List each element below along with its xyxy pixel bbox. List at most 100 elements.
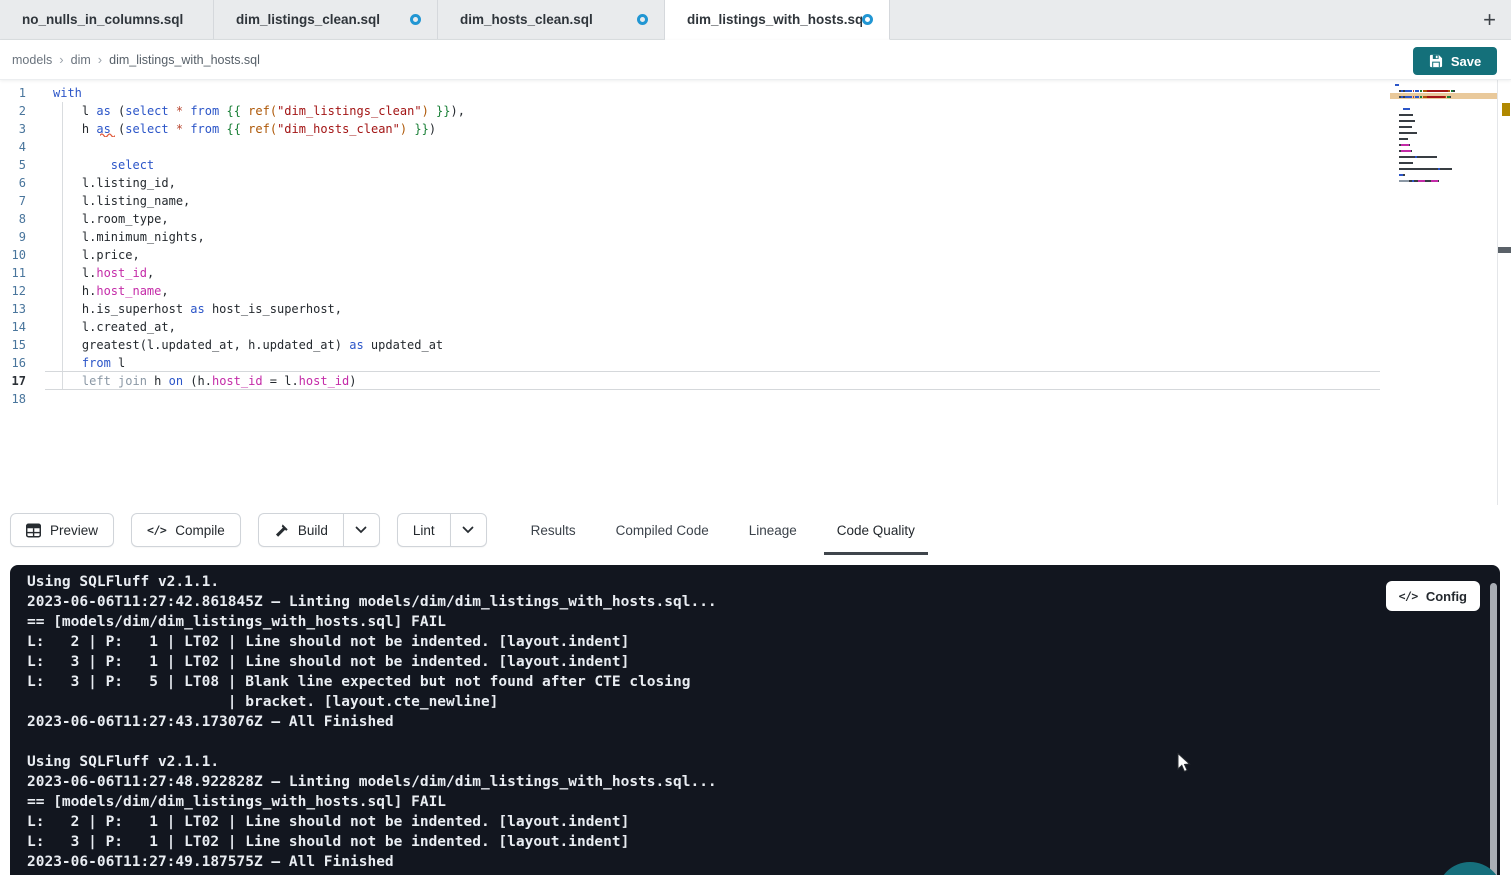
code-line[interactable]: l.created_at, (0, 318, 1380, 336)
code-line[interactable]: l.listing_name, (0, 192, 1380, 210)
code-line[interactable]: h as (select * from {{ ref("dim_hosts_cl… (0, 120, 1380, 138)
minimap-line (1395, 168, 1497, 170)
minimap-line (1395, 96, 1497, 98)
overview-ruler-warning-marker (1502, 103, 1510, 116)
terminal-line: 2023-06-06T11:27:43.173076Z — All Finish… (27, 712, 1466, 732)
minimap-line (1395, 90, 1497, 92)
minimap-line (1395, 126, 1497, 128)
tab-dim_listings_clean.sql[interactable]: dim_listings_clean.sql (214, 0, 438, 39)
tab-label: no_nulls_in_columns.sql (22, 12, 183, 27)
minimap-line (1395, 186, 1497, 188)
chevron-down-icon (462, 526, 474, 534)
terminal-line: L: 2 | P: 1 | LT02 | Line should not be … (27, 632, 1466, 652)
tab-no_nulls_in_columns.sql[interactable]: no_nulls_in_columns.sql (0, 0, 214, 39)
code-line[interactable]: select (0, 156, 1380, 174)
lint-squiggle-icon (100, 132, 115, 137)
code-line[interactable]: l.minimum_nights, (0, 228, 1380, 246)
overview-ruler-cursor-marker (1498, 247, 1511, 253)
ide-screen: no_nulls_in_columns.sql dim_listings_clea… (0, 0, 1511, 875)
terminal-line: 2023-06-06T11:27:48.922828Z — Linting mo… (27, 772, 1466, 792)
hammer-icon (274, 523, 289, 538)
tab-label: dim_listings_clean.sql (236, 12, 380, 27)
terminal-line: == [models/dim/dim_listings_with_hosts.s… (27, 792, 1466, 812)
lint-button[interactable]: Lint (397, 513, 450, 547)
code-line[interactable]: left join h on (h.host_id = l.host_id) (0, 372, 1380, 390)
minimap-border (1497, 80, 1498, 505)
tab-bar: no_nulls_in_columns.sql dim_listings_clea… (0, 0, 1511, 40)
breadcrumb-item[interactable]: dim (71, 53, 91, 67)
result-tab-compiled-code[interactable]: Compiled Code (614, 505, 711, 555)
code-line[interactable]: l.price, (0, 246, 1380, 264)
minimap-line (1395, 150, 1497, 152)
terminal-line: Using SQLFluff v2.1.1. (27, 752, 1466, 772)
preview-button[interactable]: Preview (10, 513, 114, 547)
compile-button-label: Compile (175, 523, 225, 538)
terminal-panel: Using SQLFluff v2.1.1.2023-06-06T11:27:4… (10, 565, 1500, 875)
minimap[interactable] (1390, 84, 1497, 192)
code-line[interactable]: greatest(l.updated_at, h.updated_at) as … (0, 336, 1380, 354)
code-line[interactable]: l.host_id, (0, 264, 1380, 282)
terminal-line: | bracket. [layout.cte_newline] (27, 692, 1466, 712)
terminal-scrollbar[interactable] (1490, 583, 1497, 875)
minimap-line (1395, 114, 1497, 116)
terminal-line: == [models/dim/dim_listings_with_hosts.s… (27, 612, 1466, 632)
result-tab-lineage[interactable]: Lineage (747, 505, 799, 555)
config-button[interactable]: </> Config (1386, 581, 1480, 611)
code-line[interactable]: h.is_superhost as host_is_superhost, (0, 300, 1380, 318)
code-line[interactable] (0, 138, 1380, 156)
code-line[interactable] (0, 390, 1380, 408)
save-button[interactable]: Save (1413, 47, 1497, 75)
result-tab-strip: Results Compiled Code Lineage Code Quality (529, 505, 917, 555)
minimap-line (1395, 102, 1497, 104)
terminal-line: L: 3 | P: 1 | LT02 | Line should not be … (27, 652, 1466, 672)
code-line[interactable]: l as (select * from {{ ref("dim_listings… (0, 102, 1380, 120)
action-bar: Preview </> Compile Build (0, 505, 1511, 555)
tab-label: dim_listings_with_hosts.sql (687, 12, 862, 27)
minimap-line (1395, 120, 1497, 122)
breadcrumb-item[interactable]: dim_listings_with_hosts.sql (109, 53, 260, 67)
compile-button[interactable]: </> Compile (131, 513, 241, 547)
code-line[interactable]: h.host_name, (0, 282, 1380, 300)
chevron-down-icon (355, 526, 367, 534)
code-line[interactable]: l.room_type, (0, 210, 1380, 228)
breadcrumb-item[interactable]: models (12, 53, 52, 67)
terminal-line: L: 3 | P: 5 | LT08 | Blank line expected… (27, 672, 1466, 692)
new-tab-button[interactable]: + (1468, 9, 1511, 31)
code-brackets-icon: </> (147, 523, 166, 537)
lint-dropdown-button[interactable] (450, 513, 487, 547)
lint-button-label: Lint (413, 523, 435, 538)
code-line[interactable]: from l (0, 354, 1380, 372)
code-line[interactable]: l.listing_id, (0, 174, 1380, 192)
minimap-line (1395, 132, 1497, 134)
code-editor[interactable]: 123456789101112131415161718 with l as (s… (0, 80, 1511, 505)
build-split-button: Build (258, 513, 380, 547)
build-dropdown-button[interactable] (343, 513, 380, 547)
terminal-line: L: 3 | P: 1 | LT02 | Line should not be … (27, 832, 1466, 852)
minimap-line (1395, 180, 1497, 182)
terminal-line (27, 732, 1466, 752)
breadcrumb-separator: › (59, 52, 63, 67)
config-button-label: Config (1426, 589, 1467, 604)
code-line[interactable]: with (0, 84, 1380, 102)
result-tab-results[interactable]: Results (529, 505, 578, 555)
lint-split-button: Lint (397, 513, 487, 547)
breadcrumb: models›dim›dim_listings_with_hosts.sql (12, 40, 260, 79)
minimap-line (1395, 156, 1497, 158)
terminal-line: Using SQLFluff v2.1.1. (27, 572, 1466, 592)
save-icon (1429, 54, 1443, 68)
minimap-line (1395, 162, 1497, 164)
unsaved-dot-icon (637, 14, 648, 25)
code-area[interactable]: with l as (select * from {{ ref("dim_lis… (0, 84, 1380, 408)
code-brackets-icon: </> (1399, 589, 1418, 603)
terminal-line: 2023-06-06T11:27:42.861845Z — Linting mo… (27, 592, 1466, 612)
unsaved-dot-icon (410, 14, 421, 25)
build-button-label: Build (298, 523, 328, 538)
tab-dim_hosts_clean.sql[interactable]: dim_hosts_clean.sql (438, 0, 665, 39)
build-button[interactable]: Build (258, 513, 343, 547)
result-tab-code-quality[interactable]: Code Quality (835, 505, 917, 555)
minimap-line (1395, 144, 1497, 146)
path-bar: models›dim›dim_listings_with_hosts.sql S… (0, 40, 1511, 80)
tab-strip: no_nulls_in_columns.sql dim_listings_clea… (0, 0, 890, 39)
save-button-label: Save (1451, 54, 1481, 69)
tab-dim_listings_with_hosts.sql[interactable]: dim_listings_with_hosts.sql (665, 0, 890, 40)
